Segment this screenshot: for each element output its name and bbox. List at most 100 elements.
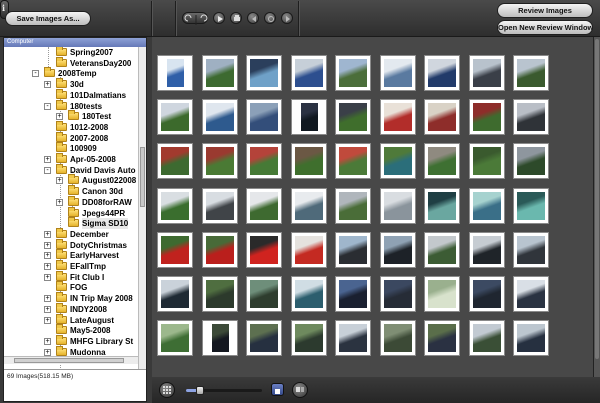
expand-icon[interactable]: + <box>56 177 63 185</box>
image-thumbnail[interactable] <box>379 55 416 91</box>
image-thumbnail[interactable] <box>379 276 416 312</box>
image-thumbnail[interactable] <box>246 143 282 180</box>
image-thumbnail[interactable] <box>157 276 193 312</box>
image-thumbnail[interactable] <box>201 143 238 180</box>
image-thumbnail[interactable] <box>468 320 505 357</box>
collapse-icon[interactable]: - <box>32 70 39 78</box>
image-thumbnail[interactable] <box>379 143 416 180</box>
refresh-button[interactable] <box>264 12 276 24</box>
expand-icon[interactable]: + <box>44 337 51 345</box>
tree-horizontal-scrollbar[interactable] <box>4 356 138 364</box>
expand-icon[interactable]: + <box>44 295 51 303</box>
print-button[interactable] <box>230 12 242 24</box>
image-thumbnail[interactable] <box>424 320 460 357</box>
image-thumbnail[interactable] <box>424 99 460 136</box>
tree-item[interactable]: + December <box>4 227 138 240</box>
grid-scrollbar[interactable] <box>593 37 600 377</box>
image-thumbnail[interactable] <box>290 143 327 180</box>
collapse-icon[interactable]: - <box>44 102 51 110</box>
image-thumbnail[interactable] <box>201 55 238 91</box>
image-thumbnail[interactable] <box>379 99 416 136</box>
image-thumbnail[interactable] <box>246 276 282 312</box>
image-thumbnail[interactable] <box>513 231 549 268</box>
image-thumbnail[interactable] <box>513 143 549 180</box>
tree-item[interactable]: Sigma SD10 <box>4 217 138 230</box>
expand-icon[interactable]: + <box>44 263 51 270</box>
image-thumbnail[interactable] <box>246 55 282 91</box>
tree-vertical-scrollbar[interactable] <box>138 47 146 397</box>
tree-item[interactable]: 1012-2008 <box>4 120 138 133</box>
tree-item[interactable]: + DotyChristmas <box>4 238 138 251</box>
image-thumbnail[interactable] <box>513 99 549 136</box>
tree-item[interactable]: + LateAugust <box>4 313 138 326</box>
single-view-button[interactable] <box>271 383 284 396</box>
image-thumbnail[interactable] <box>513 320 549 357</box>
tree-item[interactable]: +180Test <box>4 110 138 122</box>
image-thumbnail[interactable] <box>424 55 460 91</box>
forward-button[interactable] <box>281 12 293 24</box>
image-thumbnail[interactable] <box>335 231 371 268</box>
image-thumbnail[interactable] <box>201 231 238 268</box>
image-thumbnail[interactable] <box>290 276 327 312</box>
compare-view-button[interactable] <box>292 382 308 398</box>
expand-icon[interactable]: + <box>44 305 51 313</box>
image-thumbnail[interactable] <box>157 99 193 136</box>
tree-item[interactable]: + EFallTmp <box>4 260 138 272</box>
image-thumbnail[interactable] <box>468 187 505 224</box>
zoom-slider-handle[interactable] <box>195 386 204 395</box>
image-thumbnail[interactable] <box>335 187 371 224</box>
expand-icon[interactable]: + <box>44 156 51 163</box>
tree-item[interactable]: +30d <box>4 78 138 90</box>
image-thumbnail[interactable] <box>290 231 327 268</box>
image-thumbnail[interactable] <box>468 143 505 180</box>
tree-item[interactable]: + EarlyHarvest <box>4 249 138 261</box>
image-thumbnail[interactable] <box>335 143 371 180</box>
tree-item[interactable]: - 2008Temp <box>4 67 138 79</box>
tree-item[interactable]: FOG <box>4 281 138 293</box>
tree-item[interactable]: + Apr-05-2008 <box>4 153 138 165</box>
image-thumbnail[interactable] <box>513 276 549 312</box>
image-thumbnail[interactable] <box>379 320 416 357</box>
image-thumbnail[interactable] <box>157 187 193 224</box>
image-thumbnail[interactable] <box>335 99 371 136</box>
tree-item[interactable]: + Fit Club I <box>4 270 138 283</box>
image-thumbnail[interactable] <box>290 187 327 224</box>
image-thumbnail[interactable] <box>246 187 282 224</box>
image-thumbnail[interactable] <box>201 187 238 224</box>
image-thumbnail[interactable] <box>379 187 416 224</box>
image-thumbnail[interactable] <box>468 276 505 312</box>
image-thumbnail[interactable] <box>335 320 371 357</box>
expand-icon[interactable]: + <box>44 241 51 249</box>
open-new-review-window-button[interactable]: Open New Review Window <box>497 20 593 35</box>
image-thumbnail[interactable] <box>246 320 282 357</box>
zoom-slider[interactable] <box>186 386 262 395</box>
expand-icon[interactable]: + <box>44 348 51 356</box>
tree-item[interactable]: + INDY2008 <box>4 302 138 315</box>
image-thumbnail[interactable] <box>424 187 460 224</box>
tree-item[interactable]: May5-2008 <box>4 324 138 336</box>
image-thumbnail[interactable] <box>201 99 238 136</box>
image-thumbnail[interactable] <box>379 231 416 268</box>
image-thumbnail[interactable] <box>157 231 193 268</box>
expand-icon[interactable]: + <box>44 230 51 238</box>
back-button[interactable] <box>247 12 259 24</box>
image-thumbnail[interactable] <box>290 99 327 136</box>
image-thumbnail[interactable] <box>424 276 460 312</box>
expand-icon[interactable]: + <box>44 81 51 89</box>
expand-icon[interactable]: + <box>44 252 51 260</box>
image-thumbnail[interactable] <box>157 320 193 357</box>
image-thumbnail[interactable] <box>157 143 193 180</box>
image-thumbnail[interactable] <box>201 320 238 357</box>
grid-view-button[interactable] <box>159 382 175 398</box>
review-images-button[interactable]: Review Images <box>497 3 593 18</box>
image-thumbnail[interactable] <box>290 55 327 91</box>
scrollbar-thumb[interactable] <box>595 39 599 359</box>
image-thumbnail[interactable] <box>424 143 460 180</box>
image-thumbnail[interactable] <box>246 231 282 268</box>
image-thumbnail[interactable] <box>335 55 371 91</box>
tree-item[interactable]: VeteransDay200 <box>4 56 138 69</box>
tree-item[interactable]: 100909 <box>4 142 138 154</box>
scrollbar-thumb[interactable] <box>14 358 124 363</box>
image-thumbnail[interactable] <box>424 231 460 268</box>
expand-icon[interactable]: + <box>56 198 63 206</box>
